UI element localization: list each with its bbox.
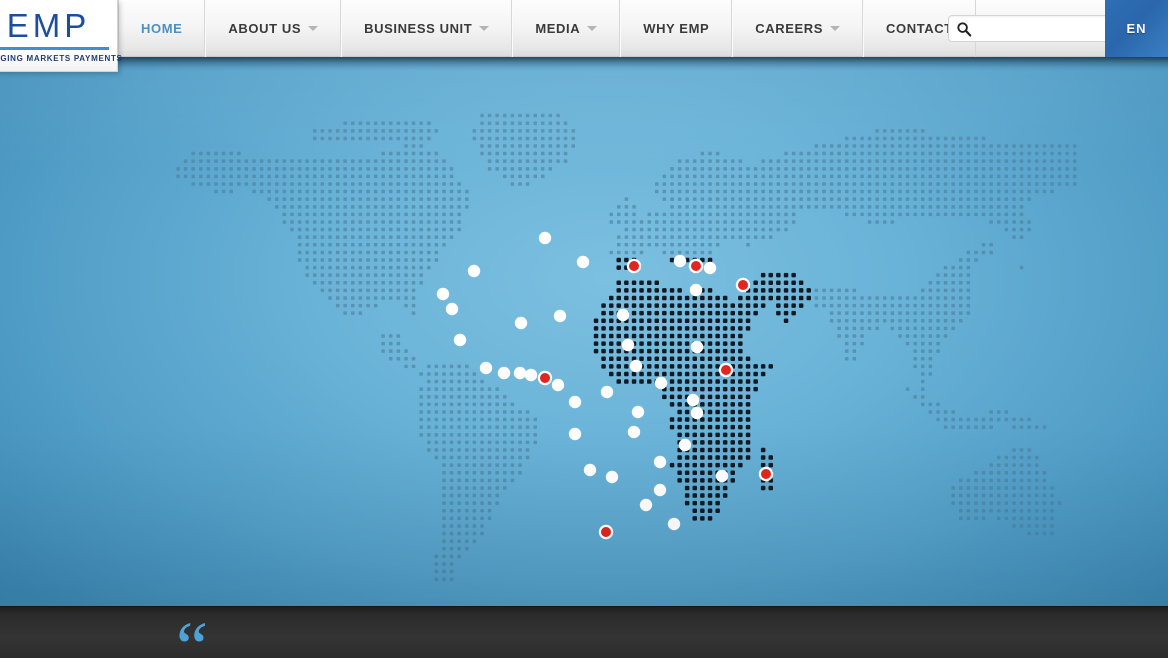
map-marker-white[interactable] — [690, 340, 704, 354]
map-marker-white[interactable] — [667, 517, 681, 531]
map-marker-white[interactable] — [673, 254, 687, 268]
map-marker-white[interactable] — [653, 455, 667, 469]
map-marker-white[interactable] — [703, 261, 717, 275]
nav-item-label: WHY EMP — [643, 21, 710, 36]
hero-banner — [0, 0, 1168, 606]
map-marker-white[interactable] — [479, 361, 493, 375]
map-marker-white[interactable] — [639, 498, 653, 512]
map-marker-white[interactable] — [600, 385, 614, 399]
nav-item-home[interactable]: HOME — [118, 0, 206, 57]
language-switcher[interactable]: EN — [1105, 0, 1168, 57]
map-marker-white[interactable] — [453, 333, 467, 347]
map-marker-white[interactable] — [629, 359, 643, 373]
map-marker-red[interactable] — [758, 466, 774, 482]
map-marker-white[interactable] — [553, 309, 567, 323]
map-marker-white[interactable] — [467, 264, 481, 278]
nav-item-media[interactable]: MEDIA — [512, 0, 621, 57]
nav-item-business-unit[interactable]: BUSINESS UNIT — [341, 0, 513, 57]
nav-item-label: HOME — [141, 21, 183, 36]
map-marker-red[interactable] — [688, 258, 704, 274]
map-marker-red[interactable] — [537, 370, 553, 386]
map-marker-red[interactable] — [598, 524, 614, 540]
map-marker-white[interactable] — [690, 406, 704, 420]
logo-underline — [0, 46, 109, 50]
logo-tagline: EMERGING MARKETS PAYMENTS — [0, 53, 123, 63]
chevron-down-icon — [830, 26, 841, 31]
world-map-container[interactable] — [0, 0, 1168, 606]
map-marker-white[interactable] — [627, 425, 641, 439]
map-marker-red[interactable] — [735, 277, 751, 293]
map-marker-white[interactable] — [678, 438, 692, 452]
nav-item-label: BUSINESS UNIT — [364, 21, 473, 36]
map-marker-white[interactable] — [568, 427, 582, 441]
map-marker-white[interactable] — [576, 255, 590, 269]
nav-item-label: MEDIA — [535, 21, 581, 36]
map-marker-red[interactable] — [626, 258, 642, 274]
top-navigation-bar: EMP EMERGING MARKETS PAYMENTS HOME ABOUT … — [0, 0, 1168, 72]
logo-wordmark: EMP — [6, 6, 91, 44]
map-marker-white[interactable] — [653, 483, 667, 497]
dotted-world-map[interactable] — [0, 0, 1168, 606]
chevron-down-icon — [587, 26, 598, 31]
nav-item-about-us[interactable]: ABOUT US — [205, 0, 342, 57]
map-marker-white[interactable] — [605, 470, 619, 484]
testimonial-strip: “ — [0, 606, 1168, 658]
map-marker-white[interactable] — [616, 308, 630, 322]
map-marker-white[interactable] — [513, 366, 527, 380]
map-marker-white[interactable] — [568, 395, 582, 409]
map-marker-white[interactable] — [715, 469, 729, 483]
map-marker-white[interactable] — [445, 302, 459, 316]
map-marker-white[interactable] — [631, 405, 645, 419]
nav-item-label: ABOUT US — [228, 21, 302, 36]
site-logo[interactable]: EMP EMERGING MARKETS PAYMENTS — [0, 0, 122, 72]
map-marker-white[interactable] — [436, 287, 450, 301]
map-marker-white[interactable] — [686, 393, 700, 407]
map-marker-white[interactable] — [497, 366, 511, 380]
map-marker-white[interactable] — [583, 463, 597, 477]
map-marker-white[interactable] — [654, 376, 668, 390]
map-marker-white[interactable] — [514, 316, 528, 330]
main-menu: HOME ABOUT US BUSINESS UNIT MEDIA WHY EMP CAR… — [118, 0, 976, 57]
map-marker-red[interactable] — [718, 362, 734, 378]
nav-item-why-emp[interactable]: WHY EMP — [620, 0, 733, 57]
chevron-down-icon — [479, 26, 490, 31]
map-marker-white[interactable] — [551, 378, 565, 392]
chevron-down-icon — [308, 26, 319, 31]
nav-item-label: CAREERS — [755, 21, 824, 36]
nav-item-careers[interactable]: CAREERS — [732, 0, 864, 57]
language-label: EN — [1126, 21, 1147, 36]
map-marker-white[interactable] — [538, 231, 552, 245]
map-marker-white[interactable] — [689, 283, 703, 297]
quote-mark-icon: “ — [176, 607, 208, 658]
map-marker-white[interactable] — [524, 368, 538, 382]
map-marker-white[interactable] — [621, 338, 635, 352]
page-root: EMP EMERGING MARKETS PAYMENTS HOME ABOUT … — [0, 0, 1168, 658]
